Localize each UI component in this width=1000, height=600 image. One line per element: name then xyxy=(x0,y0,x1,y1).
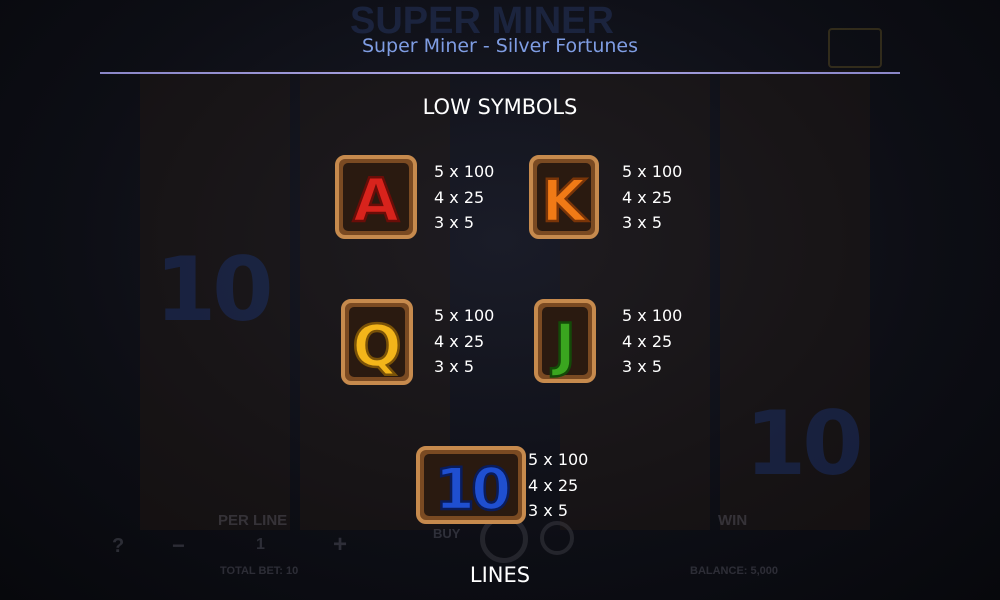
pay-5: 5 x 100 xyxy=(622,306,683,325)
lines-heading: LINES xyxy=(469,563,531,587)
symbol-k-icon: K xyxy=(528,154,600,244)
low-symbols-heading: LOW SYMBOLS xyxy=(422,95,578,119)
symbol-10-pays: 5 x 100 4 x 25 3 x 5 xyxy=(528,447,588,524)
pay-4: 4 x 25 xyxy=(434,187,485,207)
pay-4: 4 x 25 xyxy=(622,187,673,207)
symbol-q-glyph: Q xyxy=(352,312,401,380)
pay-5: 5 x 100 xyxy=(434,162,495,181)
pay-5: 5 x 100 xyxy=(528,450,589,469)
pay-5: 5 x 100 xyxy=(622,162,683,181)
pay-5: 5 x 100 xyxy=(434,306,495,325)
symbol-q-pays: 5 x 100 4 x 25 3 x 5 xyxy=(434,303,494,380)
pay-3: 3 x 5 xyxy=(434,213,474,232)
reel-symbol-ghost: 10 xyxy=(745,392,863,495)
symbol-j-icon: J xyxy=(533,298,597,388)
bet-value: 1 xyxy=(256,536,265,553)
symbol-j-pays: 5 x 100 4 x 25 3 x 5 xyxy=(622,303,682,380)
symbol-10-icon: 10 xyxy=(415,445,527,529)
autoplay-button[interactable] xyxy=(540,521,574,555)
symbol-k-pays: 5 x 100 4 x 25 3 x 5 xyxy=(622,159,682,236)
help-button[interactable]: ? xyxy=(112,535,124,558)
pay-4: 4 x 25 xyxy=(622,331,673,351)
symbol-a-glyph: A xyxy=(353,166,400,236)
pay-3: 3 x 5 xyxy=(528,501,568,520)
symbol-k-glyph: K xyxy=(542,167,589,235)
symbol-a-icon: A xyxy=(334,154,418,244)
pay-4: 4 x 25 xyxy=(528,475,579,495)
symbol-10-glyph: 10 xyxy=(435,455,509,523)
pay-3: 3 x 5 xyxy=(434,357,474,376)
header-divider xyxy=(100,72,900,74)
pay-3: 3 x 5 xyxy=(622,357,662,376)
symbol-q-icon: Q xyxy=(340,298,414,390)
bet-plus-button[interactable]: + xyxy=(333,531,347,559)
reel-symbol-ghost: 10 xyxy=(155,238,273,341)
symbol-a-pays: 5 x 100 4 x 25 3 x 5 xyxy=(434,159,494,236)
bet-minus-button[interactable]: − xyxy=(172,533,185,559)
pay-4: 4 x 25 xyxy=(434,331,485,351)
symbol-j-glyph: J xyxy=(550,311,576,379)
win-label: WIN xyxy=(718,512,748,529)
pay-3: 3 x 5 xyxy=(622,213,662,232)
paytable-title: Super Miner - Silver Fortunes xyxy=(361,35,639,57)
per-line-label: PER LINE xyxy=(218,512,288,529)
